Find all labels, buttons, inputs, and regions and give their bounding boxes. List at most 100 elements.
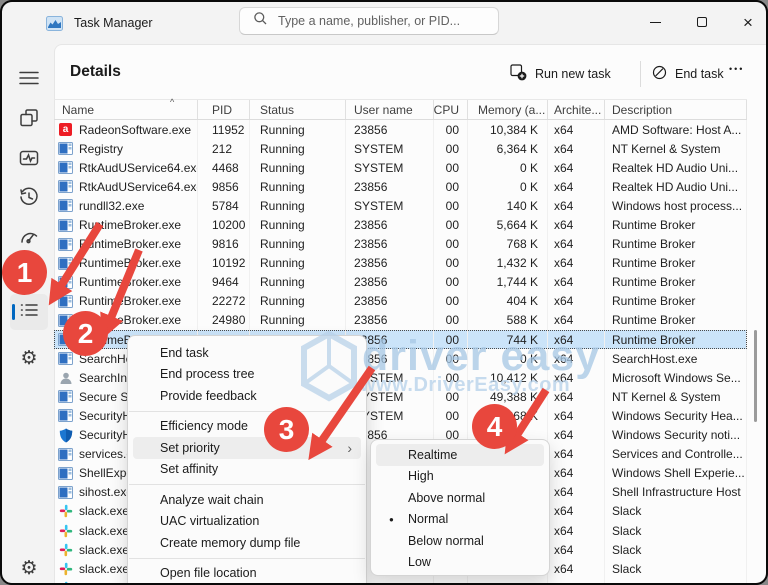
column-header-user[interactable]: User name <box>346 100 434 119</box>
process-row[interactable]: RtkAudUService64.exe 9856 Running 23856 00 0 … <box>54 177 747 197</box>
process-row[interactable]: RuntimeBroker.exe 9464 Running 23856 00 1,744… <box>54 272 747 292</box>
cell-status: Running <box>250 120 346 140</box>
more-options-button[interactable]: ••• <box>729 64 744 74</box>
cell-user: SYSTEM <box>346 196 434 216</box>
cell-pid: 9464 <box>198 272 250 292</box>
end-task-button[interactable]: End task <box>652 60 724 88</box>
process-row[interactable]: Registry 212 Running SYSTEM 00 6,364 Kx64 NT K… <box>54 139 747 159</box>
maximize-button[interactable] <box>682 8 722 36</box>
cell-arch: x64 <box>548 387 605 407</box>
cell-cpu: 00 <box>434 139 468 159</box>
priority-option-realtime[interactable]: Realtime <box>376 444 544 466</box>
sidebar-item-settings[interactable]: ⚙ <box>10 550 48 583</box>
cell-pid: 22272 <box>198 291 250 311</box>
cell-status: Running <box>250 139 346 159</box>
sidebar-item-nav-menu[interactable] <box>10 62 48 98</box>
cell-arch: x64 <box>548 291 605 311</box>
cell-name: RtkAudUService64.exe <box>54 177 198 197</box>
priority-option-low[interactable]: Low <box>376 552 544 574</box>
menu-item-create-memory-dump-file[interactable]: Create memory dump file <box>133 532 361 554</box>
cell-cpu: 00 <box>434 234 468 254</box>
column-header-cpu[interactable]: CPU <box>434 100 468 119</box>
priority-option-high[interactable]: High <box>376 466 544 488</box>
cell-arch: x64 <box>548 578 605 583</box>
menu-item-end-process-tree[interactable]: End process tree <box>133 364 361 386</box>
priority-option-below-normal[interactable]: Below normal <box>376 530 544 552</box>
cell-mem: 5,664 K <box>468 215 548 235</box>
slack-process-icon <box>58 561 73 576</box>
priority-option-normal[interactable]: ● Normal <box>376 509 544 531</box>
cell-desc: NT Kernel & System <box>605 139 747 159</box>
cell-cpu: 00 <box>434 253 468 273</box>
column-header-status[interactable]: Status <box>250 100 346 119</box>
cell-arch: x64 <box>548 368 605 388</box>
cell-arch: x64 <box>548 272 605 292</box>
menu-item-provide-feedback[interactable]: Provide feedback <box>133 385 361 407</box>
amd-process-icon: a <box>58 122 73 137</box>
cell-desc: Windows host process... <box>605 196 747 216</box>
minimize-button[interactable] <box>635 8 675 36</box>
menu-item-open-file-location[interactable]: Open file location <box>133 563 361 584</box>
column-header-arch[interactable]: Archite... <box>548 100 605 119</box>
selected-radio-icon: ● <box>389 514 394 524</box>
sidebar-item-app-history[interactable] <box>10 181 48 217</box>
startup-icon <box>18 226 40 253</box>
exe-process-icon <box>58 275 73 290</box>
cell-desc: Services and Controlle... <box>605 444 747 464</box>
exe-process-icon <box>58 466 73 481</box>
table-header[interactable]: ^ Name PID Status User name CPU Memory (a... A… <box>54 97 747 120</box>
process-row[interactable]: RuntimeBroker.exe 10192 Running 23856 00 1,43… <box>54 253 747 273</box>
exe-process-icon <box>58 389 73 404</box>
column-header-desc[interactable]: Description <box>605 100 747 119</box>
slack-process-icon <box>58 580 73 583</box>
column-header-name[interactable]: Name <box>54 100 198 119</box>
cell-desc: Slack <box>605 540 747 560</box>
exe-process-icon <box>58 408 73 423</box>
cell-status: Running <box>250 234 346 254</box>
menu-item-efficiency-mode[interactable]: Efficiency mode <box>133 416 361 438</box>
process-row[interactable]: RuntimeBroker.exe 9816 Running 23856 00 768 K… <box>54 234 747 254</box>
sidebar-item-details[interactable] <box>10 294 48 330</box>
process-row[interactable]: RuntimeBroker.exe 22272 Running 23856 00 404 … <box>54 291 747 311</box>
context-menu: End task End process tree Provide feedback… <box>127 335 367 583</box>
cell-pid: 212 <box>198 139 250 159</box>
sidebar-item-processes[interactable] <box>10 102 48 138</box>
menu-item-end-task[interactable]: End task <box>133 342 361 364</box>
close-button[interactable]: × <box>728 8 766 36</box>
vertical-scrollbar[interactable] <box>754 330 757 422</box>
menu-item-set-priority[interactable]: Set priority › <box>133 437 361 459</box>
processes-icon <box>18 107 40 134</box>
sidebar: ⚙ ⚙ <box>2 44 54 583</box>
process-row[interactable]: RuntimeBroker.exe 10200 Running 23856 00 5,66… <box>54 215 747 235</box>
cell-cpu: 00 <box>434 120 468 140</box>
user-process-icon <box>58 370 73 385</box>
sidebar-item-performance[interactable] <box>10 142 48 178</box>
menu-item-uac-virtualization[interactable]: UAC virtualization <box>133 511 361 533</box>
cell-status: Running <box>250 215 346 235</box>
cell-mem: 0 K <box>468 349 548 369</box>
column-header-mem[interactable]: Memory (a... <box>468 100 548 119</box>
priority-option-above-normal[interactable]: Above normal <box>376 487 544 509</box>
set-priority-submenu: Realtime High Above normal ● Normal Below nor… <box>370 439 550 576</box>
run-new-task-button[interactable]: Run new task <box>510 60 611 88</box>
process-row[interactable]: rundll32.exe 5784 Running SYSTEM 00 140 Kx64 W… <box>54 196 747 216</box>
exe-process-icon <box>58 256 73 271</box>
sidebar-item-services[interactable]: ⚙ <box>10 340 48 376</box>
title-bar[interactable]: Task Manager Type a name, publisher, or … <box>2 2 766 44</box>
cell-arch: x64 <box>548 234 605 254</box>
process-row[interactable]: RtkAudUService64.exe 4468 Running SYSTEM 00 0… <box>54 158 747 178</box>
menu-item-analyze-wait-chain[interactable]: Analyze wait chain <box>133 489 361 511</box>
menu-item-set-affinity[interactable]: Set affinity <box>133 459 361 481</box>
process-row[interactable]: RuntimeBroker.exe 24980 Running 23856 00 588 … <box>54 310 747 331</box>
minimize-icon <box>649 21 661 23</box>
search-icon <box>253 11 268 31</box>
column-header-pid[interactable]: PID <box>198 100 250 119</box>
cell-pid: 10192 <box>198 253 250 273</box>
cell-arch: x64 <box>548 501 605 521</box>
cell-arch: x64 <box>548 177 605 197</box>
process-row[interactable]: a RadeonSoftware.exe 11952 Running 23856 00 10… <box>54 120 747 140</box>
cell-desc: Microsoft Windows Se... <box>605 368 747 388</box>
cell-arch: x64 <box>548 349 605 369</box>
search-input[interactable]: Type a name, publisher, or PID... <box>239 7 499 35</box>
cell-mem <box>468 578 548 583</box>
